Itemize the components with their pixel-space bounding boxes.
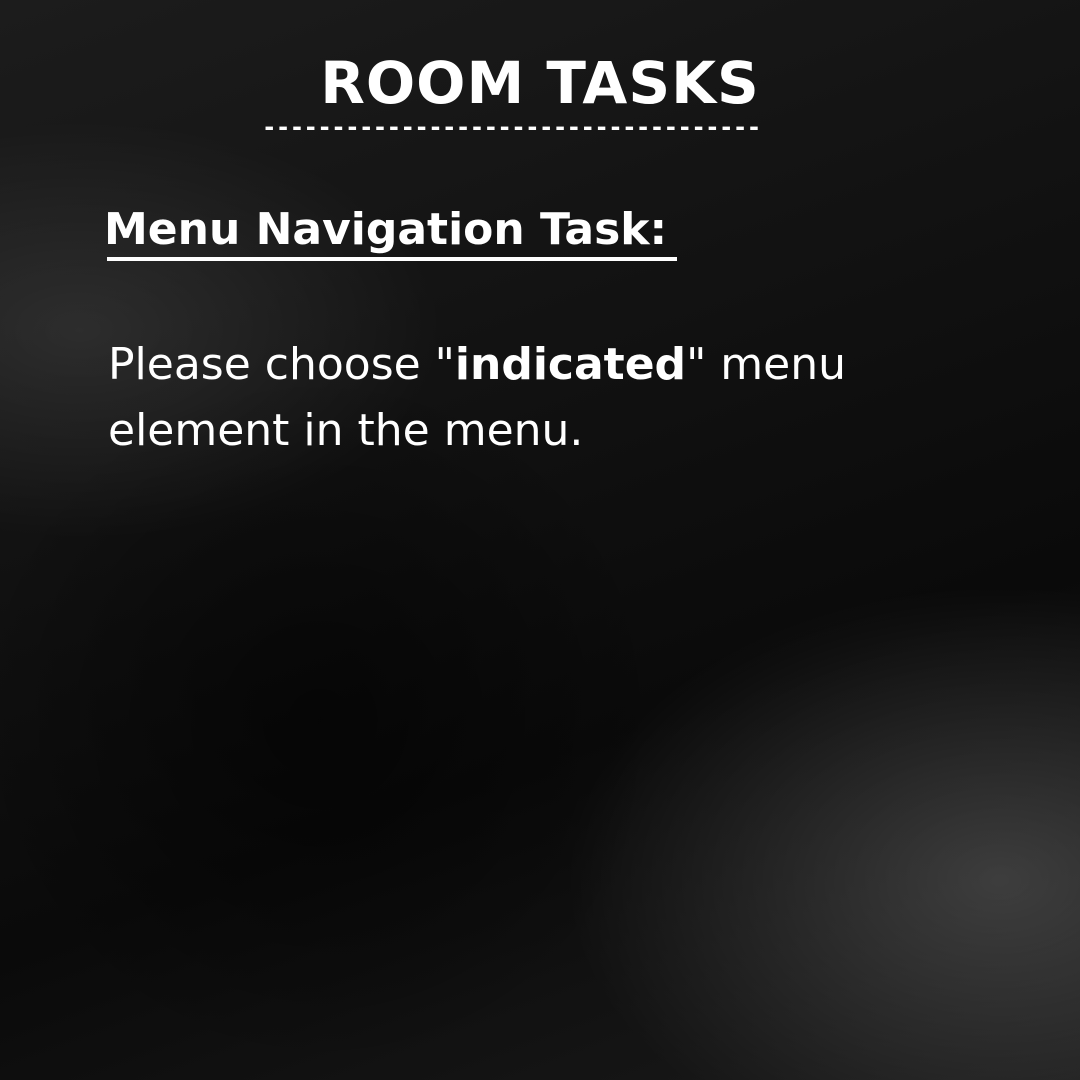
instruction-text-before: Please choose " bbox=[108, 339, 455, 390]
slide-canvas: ROOM TASKS -----------------------------… bbox=[0, 0, 1080, 1080]
section-heading: Menu Navigation Task: bbox=[104, 204, 668, 255]
instruction-text: Please choose "indicated" menu element i… bbox=[108, 332, 968, 464]
section-underline bbox=[107, 257, 677, 261]
page-title: ROOM TASKS bbox=[320, 49, 760, 117]
instruction-emphasis: indicated bbox=[454, 339, 687, 390]
title-dashed-rule: ------------------------------------ bbox=[262, 113, 761, 141]
